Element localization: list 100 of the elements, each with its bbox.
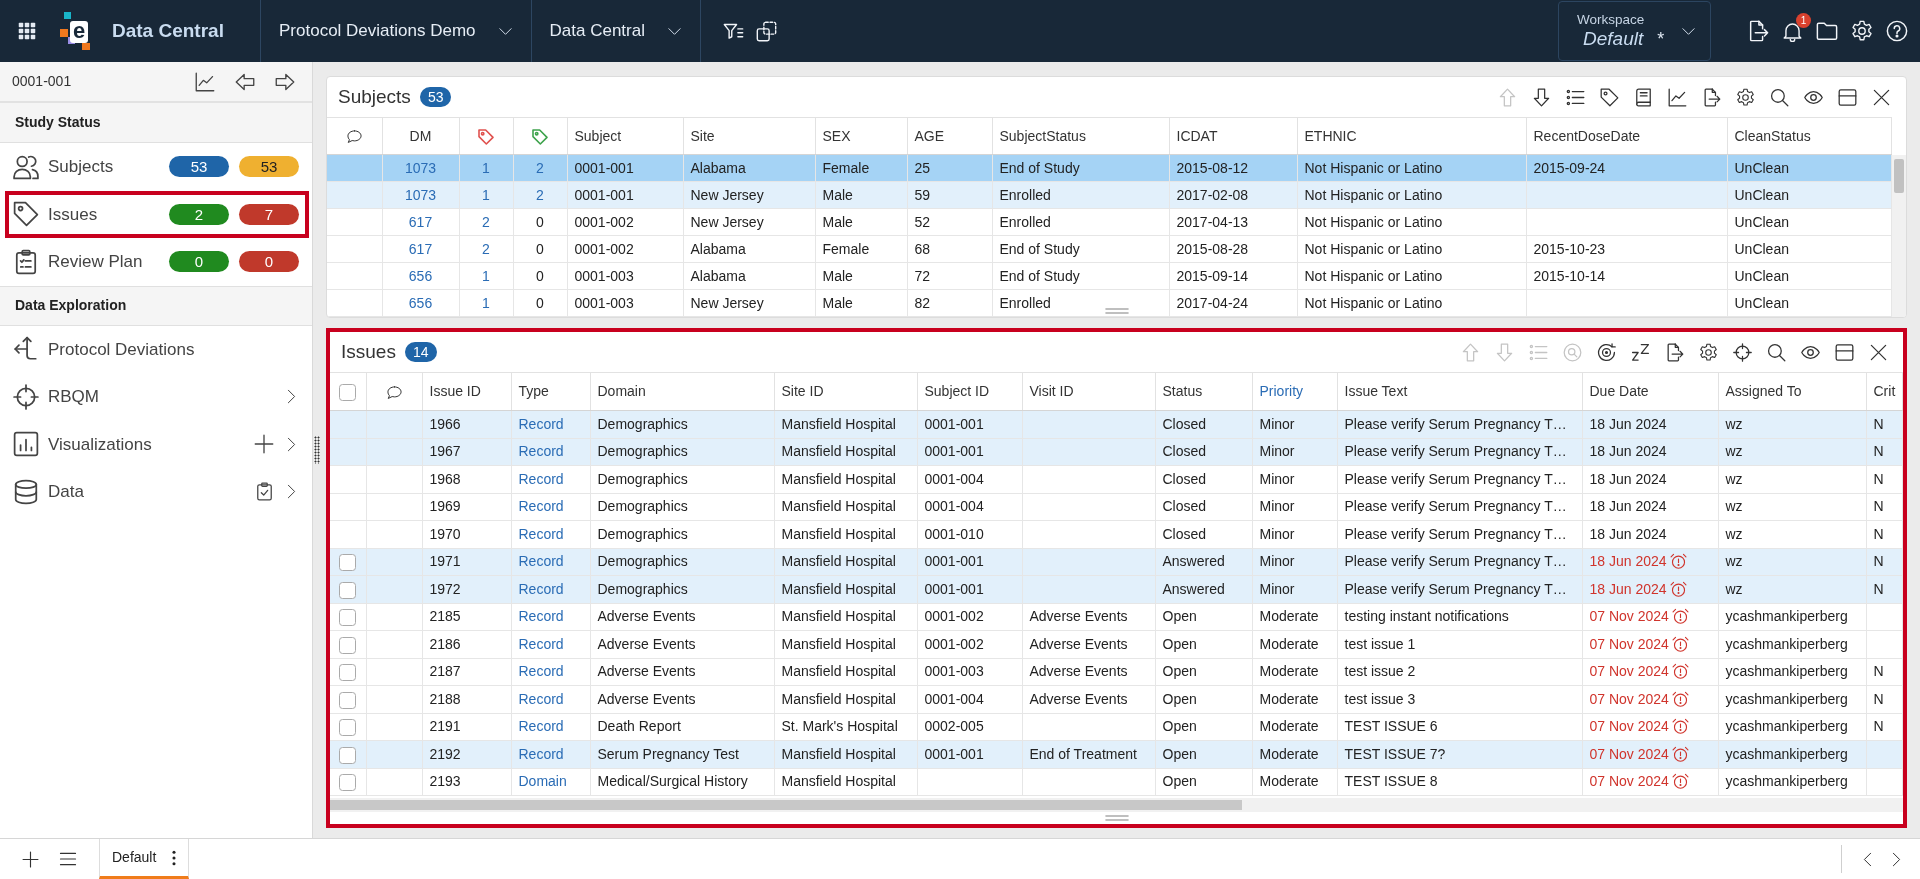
arrow-left-icon[interactable] bbox=[235, 71, 255, 92]
table-row[interactable]: 2186 Record Adverse Events Mansfield Hospital 0001-002 Adverse Events Open Moderate test issue 1 07 Nov 2024 ycashmankiperberg bbox=[330, 630, 1903, 658]
cell-link[interactable]: Domain bbox=[518, 773, 567, 790]
table-row[interactable]: 2192 Record Serum Pregnancy Test Mansfield Hospital 0001-001 End of Treatment Open Moderate TEST ISSUE 7? 07 Nov 2024 ycashmankiperberg bbox=[330, 740, 1903, 768]
column-header[interactable]: Type bbox=[511, 372, 590, 411]
cell-link[interactable]: Record bbox=[518, 470, 564, 487]
column-header[interactable]: Subject ID bbox=[917, 372, 1022, 411]
plus-icon[interactable] bbox=[22, 850, 39, 868]
count-link[interactable]: 1 bbox=[482, 294, 490, 311]
sidebar-item[interactable]: Visualizations bbox=[5, 420, 309, 468]
column-header[interactable]: Subject bbox=[567, 117, 683, 155]
settings-icon[interactable] bbox=[1735, 87, 1755, 107]
close-icon[interactable] bbox=[1868, 342, 1888, 362]
cell-link[interactable]: 617 bbox=[408, 213, 433, 230]
row-checkbox[interactable] bbox=[339, 774, 357, 792]
arrow-down-icon[interactable] bbox=[1531, 87, 1551, 107]
sidebar-item[interactable]: Data bbox=[5, 468, 309, 516]
sidebar-item[interactable]: Issues 2 7 bbox=[5, 190, 309, 238]
column-header[interactable]: ETHNIC bbox=[1297, 117, 1526, 155]
cell-link[interactable]: Record bbox=[518, 718, 564, 735]
table-row[interactable]: 656 1 0 0001-003 Alabama Male 72 End of Study 2015-09-14 Not Hispanic or Latino 2015-10-14 UnClean bbox=[327, 262, 1892, 290]
column-header[interactable]: Due Date bbox=[1582, 372, 1718, 411]
cell-link[interactable]: Record bbox=[518, 415, 564, 432]
cell-link[interactable]: Record bbox=[518, 663, 564, 680]
column-header[interactable]: Status bbox=[1155, 372, 1252, 411]
apps-menu-icon[interactable] bbox=[18, 22, 36, 40]
workspace-selector[interactable]: Workspace Default * bbox=[1558, 1, 1711, 61]
scrollbar-thumb[interactable] bbox=[330, 800, 1243, 810]
list-icon[interactable] bbox=[1565, 87, 1585, 107]
row-checkbox[interactable] bbox=[339, 554, 357, 572]
column-header[interactable]: Domain bbox=[590, 372, 774, 411]
cell-link[interactable]: 656 bbox=[408, 267, 433, 284]
count-link[interactable]: 1 bbox=[482, 267, 490, 284]
bell-icon[interactable] bbox=[1782, 20, 1803, 42]
layout-icon[interactable] bbox=[1834, 342, 1854, 362]
dropdown-button[interactable]: Data Central bbox=[531, 0, 701, 62]
table-row[interactable]: 1971 Record Demographics Mansfield Hospital 0001-001 Answered Minor Please verify Serum Pregnancy T… 18 Jun 2024 wz N bbox=[330, 548, 1903, 576]
table-row[interactable]: 617 2 0 0001-002 New Jersey Male 52 Enrolled 2017-04-13 Not Hispanic or Latino UnClean bbox=[327, 208, 1892, 236]
snooze-icon[interactable] bbox=[1630, 342, 1650, 362]
table-row[interactable]: 2188 Record Adverse Events Mansfield Hospital 0001-004 Adverse Events Open Moderate test issue 3 07 Nov 2024 ycashmankiperberg N bbox=[330, 685, 1903, 713]
folder-icon[interactable] bbox=[1816, 20, 1838, 42]
settings-icon[interactable] bbox=[1698, 342, 1718, 362]
column-header[interactable]: RecentDoseDate bbox=[1526, 117, 1727, 155]
column-header[interactable]: Issue Text bbox=[1337, 372, 1582, 411]
table-row[interactable]: 1969 Record Demographics Mansfield Hospital 0001-004 Closed Minor Please verify Serum Pregnancy T… 18 Jun 2024 wz N bbox=[330, 493, 1903, 521]
row-checkbox[interactable] bbox=[339, 746, 357, 764]
book-icon[interactable] bbox=[1633, 87, 1653, 107]
scrollbar-thumb[interactable] bbox=[1894, 159, 1904, 193]
row-checkbox[interactable] bbox=[339, 581, 357, 599]
column-header[interactable]: Site ID bbox=[774, 372, 917, 411]
sidebar-item[interactable]: Subjects 53 53 bbox=[5, 143, 309, 191]
cell-link[interactable]: Record bbox=[518, 553, 564, 570]
column-header[interactable]: AGE bbox=[907, 117, 992, 155]
count-link[interactable]: 2 bbox=[536, 159, 544, 176]
clipboard-check-icon[interactable] bbox=[255, 482, 274, 502]
arrow-right-icon[interactable] bbox=[275, 71, 295, 92]
column-header[interactable]: Crit bbox=[1866, 372, 1903, 411]
cell-link[interactable]: Record bbox=[518, 498, 564, 515]
scrollbar[interactable] bbox=[330, 798, 1903, 812]
cell-link[interactable]: 617 bbox=[408, 240, 433, 257]
tag-icon[interactable] bbox=[1599, 87, 1619, 107]
crosshair-icon[interactable] bbox=[1732, 342, 1752, 362]
cell-link[interactable]: 1073 bbox=[404, 186, 437, 203]
file-export-icon[interactable] bbox=[1747, 20, 1769, 42]
close-icon[interactable] bbox=[1871, 87, 1891, 107]
row-checkbox[interactable] bbox=[339, 719, 357, 737]
row-checkbox[interactable] bbox=[339, 691, 357, 709]
help-icon[interactable] bbox=[1886, 20, 1908, 42]
column-header[interactable]: Assigned To bbox=[1718, 372, 1866, 411]
sidebar-item[interactable]: Review Plan 0 0 bbox=[5, 238, 309, 286]
column-header[interactable]: Visit ID bbox=[1022, 372, 1155, 411]
sidebar-item[interactable]: RBQM bbox=[5, 373, 309, 421]
table-row[interactable]: 1968 Record Demographics Mansfield Hospital 0001-004 Closed Minor Please verify Serum Pregnancy T… 18 Jun 2024 wz N bbox=[330, 465, 1903, 493]
layout-icon[interactable] bbox=[1837, 87, 1857, 107]
table-row[interactable]: 1967 Record Demographics Mansfield Hospital 0001-001 Closed Minor Please verify Serum Pregnancy T… 18 Jun 2024 wz N bbox=[330, 438, 1903, 466]
menu-icon[interactable] bbox=[59, 850, 77, 868]
cell-link[interactable]: Record bbox=[518, 443, 564, 460]
column-header[interactable]: Priority bbox=[1252, 372, 1337, 411]
cell-link[interactable]: Record bbox=[518, 525, 564, 542]
cell-link[interactable]: Record bbox=[518, 580, 564, 597]
sidebar-item[interactable]: Protocol Deviations bbox=[5, 325, 309, 373]
column-header[interactable]: Issue ID bbox=[422, 372, 511, 411]
table-row[interactable]: 2185 Record Adverse Events Mansfield Hospital 0001-002 Adverse Events Open Moderate testing instant notifications 07 Nov 2024 ycashmankiperberg bbox=[330, 603, 1903, 631]
splitter-handle[interactable] bbox=[314, 436, 320, 464]
table-row[interactable]: 1970 Record Demographics Mansfield Hospital 0001-010 Closed Minor Please verify Serum Pregnancy T… 18 Jun 2024 wz N bbox=[330, 520, 1903, 548]
table-row[interactable]: 656 1 0 0001-003 New Jersey Male 82 Enrolled 2017-04-24 Not Hispanic or Latino UnClean bbox=[327, 289, 1892, 317]
row-checkbox[interactable] bbox=[339, 609, 357, 627]
line-chart-icon[interactable] bbox=[1667, 87, 1687, 107]
table-row[interactable]: 2193 Domain Medical/Surgical History Mansfield Hospital Open Moderate TEST ISSUE 8 07 Nov 2024 ycashmankiperberg bbox=[330, 768, 1903, 796]
count-link[interactable]: 2 bbox=[482, 213, 490, 230]
column-header[interactable]: ICDAT bbox=[1169, 117, 1297, 155]
cell-link[interactable]: Record bbox=[518, 745, 564, 762]
table-row[interactable]: 2187 Record Adverse Events Mansfield Hospital 0001-003 Adverse Events Open Moderate test issue 2 07 Nov 2024 ycashmankiperberg N bbox=[330, 658, 1903, 686]
table-row[interactable]: 1073 1 2 0001-001 New Jersey Male 59 Enrolled 2017-02-08 Not Hispanic or Latino UnClean bbox=[327, 181, 1892, 209]
search-icon[interactable] bbox=[1766, 342, 1786, 362]
workspace-tab[interactable]: Default bbox=[99, 839, 190, 879]
cell-link[interactable]: Record bbox=[518, 608, 564, 625]
row-checkbox[interactable] bbox=[339, 664, 357, 682]
count-link[interactable]: 2 bbox=[482, 240, 490, 257]
resize-grip-icon[interactable] bbox=[1104, 308, 1129, 314]
